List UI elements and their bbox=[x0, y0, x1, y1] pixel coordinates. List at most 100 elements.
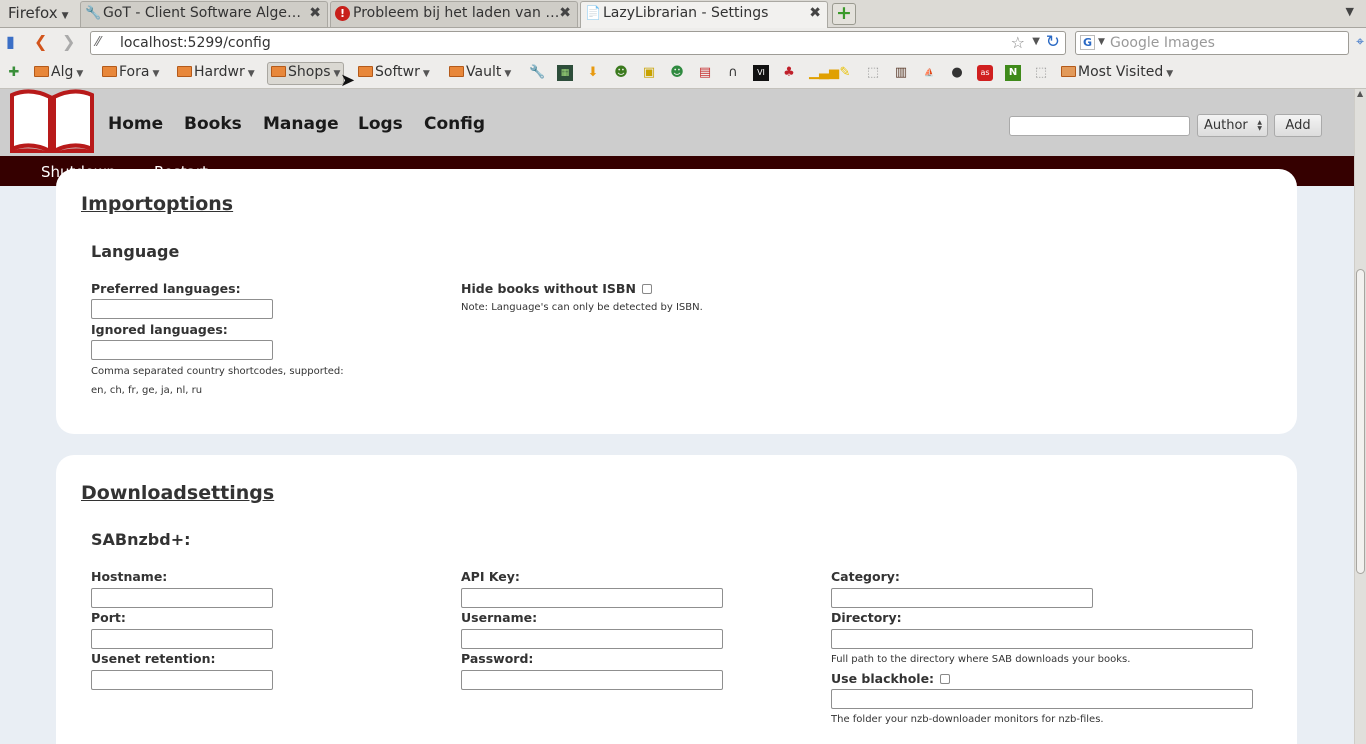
inbox-icon[interactable]: ▤ bbox=[697, 65, 713, 81]
package-icon[interactable]: ▣ bbox=[641, 65, 657, 81]
cherry-icon[interactable]: ♣ bbox=[781, 65, 797, 81]
browser-search-input[interactable] bbox=[1110, 34, 1340, 52]
pencil-icon[interactable]: ✎ bbox=[837, 65, 853, 81]
tab-title: GoT - Client Software Alge… bbox=[103, 5, 302, 21]
spinner-arrows-icon: ▲ ▼ bbox=[1257, 119, 1262, 132]
import-options-panel: Importoptions Language Preferred languag… bbox=[56, 169, 1297, 434]
bookmark-folder-hardwr[interactable]: Hardwr ▼ bbox=[177, 62, 255, 85]
n-icon[interactable]: N bbox=[1005, 65, 1021, 81]
download-icon[interactable]: ⬇ bbox=[585, 65, 601, 81]
book-logo-icon[interactable] bbox=[10, 89, 94, 153]
owl-icon[interactable]: ☻ bbox=[613, 65, 629, 81]
blackhole-folder-input[interactable] bbox=[831, 689, 1253, 709]
category-input[interactable] bbox=[831, 588, 1093, 608]
import-options-title: Importoptions bbox=[81, 193, 234, 215]
github-icon[interactable]: ● bbox=[949, 65, 965, 81]
directory-input[interactable] bbox=[831, 629, 1253, 649]
nav-home[interactable]: Home bbox=[108, 114, 163, 134]
books-icon[interactable]: ▥ bbox=[893, 65, 909, 81]
usenet-retention-input[interactable] bbox=[91, 670, 273, 690]
history-dropdown-icon[interactable]: ▼ bbox=[1032, 36, 1040, 47]
scroll-up-icon[interactable]: ▲ bbox=[1357, 89, 1363, 98]
bar-chart-icon[interactable]: ▁▃▅ bbox=[809, 65, 839, 81]
preferred-languages-label: Preferred languages: bbox=[91, 281, 241, 296]
close-icon[interactable]: ✖ bbox=[309, 5, 321, 21]
bookmark-folder-vault[interactable]: Vault ▼ bbox=[449, 62, 511, 85]
hide-isbn-label: Hide books without ISBN bbox=[461, 281, 652, 296]
back-arrow-icon[interactable]: ❮ bbox=[34, 33, 47, 51]
close-icon[interactable]: ✖ bbox=[559, 5, 571, 21]
search-input[interactable] bbox=[1009, 116, 1190, 136]
android-icon[interactable]: ☻ bbox=[669, 65, 685, 81]
chevron-down-icon: ▼ bbox=[1166, 69, 1174, 79]
bookmark-folder-softwr[interactable]: Softwr ▼ bbox=[358, 62, 430, 85]
username-input[interactable] bbox=[461, 629, 723, 649]
chevron-down-icon: ▼ bbox=[504, 69, 512, 79]
chevron-down-icon: ▼ bbox=[152, 69, 160, 79]
scrollbar-thumb[interactable] bbox=[1356, 269, 1365, 574]
directory-note: Full path to the directory where SAB dow… bbox=[831, 654, 1131, 665]
overflow-icon[interactable]: ⌖ bbox=[1356, 34, 1364, 50]
browser-tab-probleem[interactable]: ! Probleem bij het laden van … ✖ bbox=[330, 1, 578, 27]
browser-tab-got[interactable]: 🔧 GoT - Client Software Alge… ✖ bbox=[80, 1, 328, 27]
blank-page-icon[interactable]: ⬚ bbox=[1033, 65, 1049, 81]
vix-icon[interactable]: VI bbox=[753, 65, 769, 81]
api-key-label: API Key: bbox=[461, 569, 520, 584]
nav-logs[interactable]: Logs bbox=[358, 114, 403, 134]
bookmark-folder-fora[interactable]: Fora ▼ bbox=[102, 62, 159, 85]
use-blackhole-label: Use blackhole: bbox=[831, 671, 951, 686]
hostname-label: Hostname: bbox=[91, 569, 168, 584]
bookmark-folder-alg[interactable]: Alg ▼ bbox=[34, 62, 83, 85]
port-input[interactable] bbox=[91, 629, 273, 649]
close-icon[interactable]: ✖ bbox=[809, 5, 821, 21]
browser-search-bar[interactable]: G ▼ bbox=[1075, 31, 1349, 55]
tab-title: Probleem bij het laden van … bbox=[353, 5, 560, 21]
vertical-scrollbar[interactable]: ▲ bbox=[1354, 89, 1366, 744]
headphones-icon[interactable]: ∩ bbox=[725, 65, 741, 81]
firefox-menu-button[interactable]: Firefox ▼ bbox=[0, 0, 78, 27]
folder-icon bbox=[358, 66, 373, 77]
google-icon[interactable]: G bbox=[1080, 35, 1095, 50]
browser-tab-bar: Firefox ▼ 🔧 GoT - Client Software Alge… ✖… bbox=[0, 0, 1366, 28]
firefox-menu-label: Firefox bbox=[8, 4, 58, 22]
chevron-down-icon[interactable]: ▼ bbox=[1098, 37, 1105, 47]
blank-page-icon[interactable]: ⬚ bbox=[865, 65, 881, 81]
chevron-down-icon: ▼ bbox=[61, 11, 69, 21]
browser-tab-lazylibrarian[interactable]: 📄 LazyLibrarian - Settings ✖ bbox=[580, 1, 828, 28]
nav-manage[interactable]: Manage bbox=[263, 114, 339, 134]
bookmark-folder-shops[interactable]: Shops ▼ bbox=[267, 62, 345, 85]
bookmark-star-icon[interactable]: ☆ bbox=[1011, 33, 1025, 52]
reload-icon[interactable]: ↻ bbox=[1046, 32, 1060, 52]
preferred-languages-input[interactable] bbox=[91, 299, 273, 319]
tab-title: LazyLibrarian - Settings bbox=[603, 5, 769, 21]
monitor-icon[interactable]: ▦ bbox=[557, 65, 573, 81]
add-button[interactable]: Add bbox=[1274, 114, 1322, 137]
hostname-input[interactable] bbox=[91, 588, 273, 608]
password-input[interactable] bbox=[461, 670, 723, 690]
ignored-languages-input[interactable] bbox=[91, 340, 273, 360]
forward-arrow-icon[interactable]: ❯ bbox=[62, 33, 75, 51]
download-settings-panel: Downloadsettings SABnzbd+: Hostname: Por… bbox=[56, 455, 1297, 744]
site-identity-icon[interactable]: ⁄⁄ bbox=[96, 35, 100, 50]
pma-icon[interactable]: ⛵ bbox=[921, 65, 937, 81]
url-text[interactable]: localhost:5299/config bbox=[120, 35, 271, 51]
username-label: Username: bbox=[461, 610, 538, 625]
chevron-down-icon: ▼ bbox=[76, 69, 84, 79]
folder-icon bbox=[177, 66, 192, 77]
browser-nav-bar: ▮ ❮ ❯ ⁄⁄ localhost:5299/config ☆ ▼ ↻ G ▼… bbox=[0, 28, 1366, 58]
new-tab-button[interactable]: + bbox=[832, 3, 856, 25]
wrench-icon[interactable]: 🔧 bbox=[529, 65, 545, 81]
bookmark-folder-most-visited[interactable]: Most Visited ▼ bbox=[1061, 62, 1173, 85]
use-blackhole-checkbox[interactable] bbox=[940, 674, 951, 684]
nav-books[interactable]: Books bbox=[184, 114, 242, 134]
google-apps-icon[interactable]: ✚ bbox=[6, 65, 22, 81]
usenet-retention-label: Usenet retention: bbox=[91, 651, 216, 666]
hide-isbn-checkbox[interactable] bbox=[641, 284, 652, 294]
lastfm-icon[interactable]: as bbox=[977, 65, 993, 81]
language-heading: Language bbox=[91, 242, 180, 261]
search-type-select[interactable]: Author ▲ ▼ bbox=[1197, 114, 1268, 137]
tab-list-chevron-icon[interactable]: ▼ bbox=[1346, 5, 1354, 18]
api-key-input[interactable] bbox=[461, 588, 723, 608]
nav-config[interactable]: Config bbox=[424, 114, 485, 134]
url-bar[interactable]: ⁄⁄ localhost:5299/config ☆ ▼ ↻ bbox=[90, 31, 1066, 55]
